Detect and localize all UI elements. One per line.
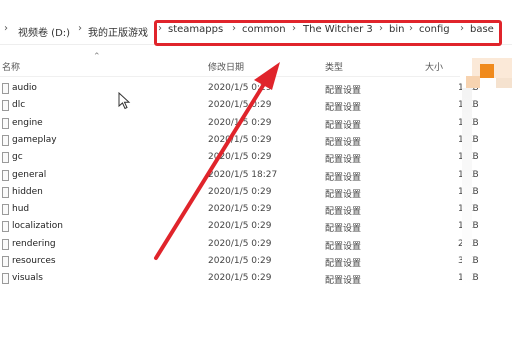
file-date: 2020/1/5 0:29	[208, 204, 272, 215]
file-date: 2020/1/5 0:29	[208, 186, 272, 197]
file-row[interactable]: general 2020/1/5 18:27 配置设置 1 KB	[0, 168, 480, 185]
file-date: 2020/1/5 0:29	[208, 100, 272, 111]
file-type: 配置设置	[325, 120, 362, 131]
file-row[interactable]: rendering 2020/1/5 0:29 配置设置 2 KB	[0, 237, 480, 254]
file-name: rendering	[12, 238, 56, 249]
file-row[interactable]: hud 2020/1/5 0:29 配置设置 1 KB	[0, 202, 480, 219]
file-name: hidden	[12, 186, 43, 197]
file-date: 2020/1/5 0:29	[208, 273, 272, 284]
file-date: 2020/1/5 0:29	[208, 238, 272, 249]
file-date: 2020/1/5 0:29	[208, 256, 272, 266]
config-file-icon	[2, 152, 9, 164]
header-divider	[0, 76, 460, 77]
config-file-icon	[2, 83, 9, 94]
pixelated-thumbnail	[462, 58, 512, 288]
file-row[interactable]: resources 2020/1/5 0:29 配置设置 3 KB	[0, 254, 480, 271]
column-header-name[interactable]: 名称	[2, 60, 20, 73]
nav-chevron-icon[interactable]: ›	[4, 23, 8, 34]
file-type: 配置设置	[325, 137, 362, 148]
file-type: 配置设置	[325, 241, 362, 252]
breadcrumb-games[interactable]: 我的正版游戏	[88, 24, 148, 39]
config-file-icon	[2, 238, 9, 250]
file-name: general	[12, 169, 47, 180]
breadcrumb-drive[interactable]: 视频卷 (D:)	[18, 24, 70, 39]
file-date: 2020/1/5 0:29	[208, 221, 272, 232]
config-file-icon	[2, 117, 9, 129]
file-row[interactable]: localization 2020/1/5 0:29 配置设置 1 KB	[0, 219, 480, 236]
file-row[interactable]: gameplay 2020/1/5 0:29 配置设置 1 KB	[0, 133, 480, 150]
config-file-icon	[2, 134, 9, 146]
file-type: 配置设置	[325, 155, 362, 166]
file-type: 配置设置	[325, 276, 362, 287]
file-name: localization	[12, 221, 63, 232]
file-name: engine	[12, 117, 43, 128]
file-name: audio	[12, 83, 37, 93]
file-row[interactable]: visuals 2020/1/5 0:29 配置设置 1 KB	[0, 271, 480, 288]
column-header-type[interactable]: 类型	[325, 60, 343, 73]
file-name: hud	[12, 204, 30, 215]
file-type: 配置设置	[325, 224, 362, 235]
column-header-date[interactable]: 修改日期	[208, 60, 244, 73]
file-type: 配置设置	[325, 103, 362, 114]
file-type: 配置设置	[325, 189, 362, 200]
file-name: resources	[12, 256, 56, 266]
file-name: gameplay	[12, 134, 57, 145]
config-file-icon	[2, 221, 9, 233]
config-file-icon	[2, 169, 9, 181]
file-date: 2020/1/5 0:29	[208, 83, 272, 93]
file-row[interactable]: gc 2020/1/5 0:29 配置设置 1 KB	[0, 150, 480, 167]
file-type: 配置设置	[325, 259, 362, 269]
file-type: 配置设置	[325, 86, 362, 96]
file-row[interactable]: audio 2020/1/5 0:29 配置设置 1 KB	[0, 81, 480, 98]
mouse-pointer-icon	[118, 92, 131, 110]
file-type: 配置设置	[325, 172, 362, 183]
breadcrumb-separator[interactable]: ›	[78, 23, 82, 34]
column-header-size[interactable]: 大小	[425, 60, 443, 73]
config-file-icon	[2, 186, 9, 198]
file-name: gc	[12, 152, 23, 163]
file-type: 配置设置	[325, 207, 362, 218]
config-file-icon	[2, 256, 9, 267]
file-date: 2020/1/5 0:29	[208, 134, 272, 145]
config-file-icon	[2, 100, 9, 112]
red-highlight-box	[154, 20, 502, 46]
file-name: dlc	[12, 100, 26, 111]
file-date: 2020/1/5 0:29	[208, 152, 272, 163]
file-row[interactable]: hidden 2020/1/5 0:29 配置设置 1 KB	[0, 185, 480, 202]
config-file-icon	[2, 204, 9, 216]
file-date: 2020/1/5 18:27	[208, 169, 278, 180]
file-row[interactable]: engine 2020/1/5 0:29 配置设置 1 KB	[0, 116, 480, 133]
file-row[interactable]: dlc 2020/1/5 0:29 配置设置 1 KB	[0, 98, 480, 115]
file-name: visuals	[12, 273, 43, 284]
file-date: 2020/1/5 0:29	[208, 117, 272, 128]
config-file-icon	[2, 273, 9, 285]
sort-caret-icon: ⌃	[93, 52, 101, 62]
